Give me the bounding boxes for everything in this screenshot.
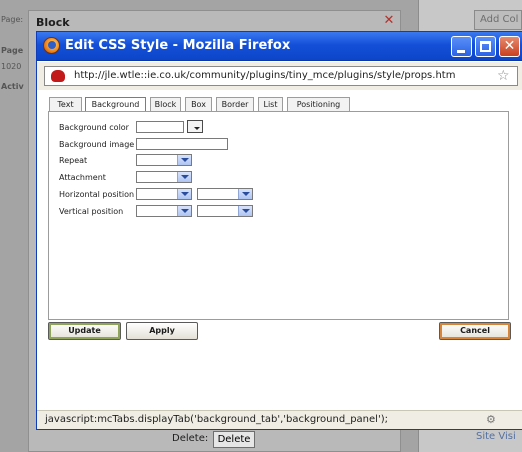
status-bar: javascript:mcTabs.displayTab('background… <box>37 410 522 429</box>
status-text: javascript:mcTabs.displayTab('background… <box>45 414 388 425</box>
horizontal-position-select[interactable] <box>136 188 192 200</box>
background-left-labels: Page: Page 1020 Activ <box>0 0 28 452</box>
url-text[interactable]: http://jle.wtle::ie.co.uk/community/plug… <box>74 70 455 81</box>
chevron-down-icon <box>177 189 191 199</box>
delete-label: Delete: <box>172 433 209 444</box>
tab-border[interactable]: Border <box>216 97 254 111</box>
repeat-select[interactable] <box>136 154 192 166</box>
bg-label-number: 1020 <box>1 62 22 71</box>
minimize-button[interactable] <box>451 36 472 57</box>
background-panel: Background color Background image Repeat… <box>48 111 509 320</box>
horizontal-position-unit-select[interactable] <box>197 188 253 200</box>
cancel-button[interactable]: Cancel <box>439 322 511 340</box>
bg-label-active: Activ <box>1 82 24 91</box>
attachment-select[interactable] <box>136 171 192 183</box>
background-image-label: Background image <box>59 140 135 149</box>
chevron-down-icon <box>238 189 252 199</box>
chevron-down-icon <box>238 206 252 216</box>
site-favicon-icon <box>51 70 65 82</box>
vertical-position-select[interactable] <box>136 205 192 217</box>
tab-block[interactable]: Block <box>150 97 181 111</box>
block-title: Block <box>36 16 70 29</box>
address-bar-area: http://jle.wtle::ie.co.uk/community/plug… <box>37 62 522 90</box>
bookmark-star-icon[interactable]: ☆ <box>497 68 510 84</box>
background-color-input[interactable] <box>136 121 184 133</box>
block-close-icon[interactable]: ✕ <box>382 14 396 28</box>
vertical-position-label: Vertical position <box>59 207 124 216</box>
tab-positioning[interactable]: Positioning <box>287 97 350 111</box>
maximize-button[interactable] <box>475 36 496 57</box>
chevron-down-icon <box>177 155 191 165</box>
tab-text[interactable]: Text <box>49 97 82 111</box>
vertical-position-unit-select[interactable] <box>197 205 253 217</box>
repeat-label: Repeat <box>59 156 88 165</box>
firefox-icon <box>43 37 60 54</box>
minimize-icon <box>457 50 465 53</box>
site-visit-link[interactable]: Site Visi <box>476 431 516 442</box>
tab-box[interactable]: Box <box>185 97 212 111</box>
bg-label-page-2: Page <box>1 46 24 55</box>
close-icon: ✕ <box>503 38 516 54</box>
maximize-icon <box>480 41 491 52</box>
delete-button[interactable]: Delete <box>213 431 255 448</box>
update-button[interactable]: Update <box>48 322 121 340</box>
window-titlebar[interactable]: Edit CSS Style - Mozilla Firefox ✕ <box>37 32 522 61</box>
chevron-down-icon <box>177 172 191 182</box>
chevron-down-icon <box>177 206 191 216</box>
attachment-label: Attachment <box>59 173 106 182</box>
color-picker-icon[interactable] <box>187 120 203 133</box>
status-icon: ⚙ <box>486 413 496 426</box>
background-image-input[interactable] <box>136 138 228 150</box>
apply-button[interactable]: Apply <box>126 322 198 340</box>
window-title: Edit CSS Style - Mozilla Firefox <box>65 38 291 53</box>
background-color-label: Background color <box>59 123 129 132</box>
tab-background[interactable]: Background <box>85 97 146 112</box>
dialog-content: Text Background Block Box Border List Po… <box>37 90 522 411</box>
horizontal-position-label: Horizontal position <box>59 190 135 199</box>
close-window-button[interactable]: ✕ <box>499 36 520 57</box>
address-bar[interactable]: http://jle.wtle::ie.co.uk/community/plug… <box>44 66 518 86</box>
tab-list[interactable]: List <box>258 97 283 111</box>
add-column-button[interactable]: Add Col <box>474 10 522 30</box>
bg-label-page: Page: <box>1 15 24 24</box>
edit-css-style-window: Edit CSS Style - Mozilla Firefox ✕ http:… <box>36 31 522 430</box>
